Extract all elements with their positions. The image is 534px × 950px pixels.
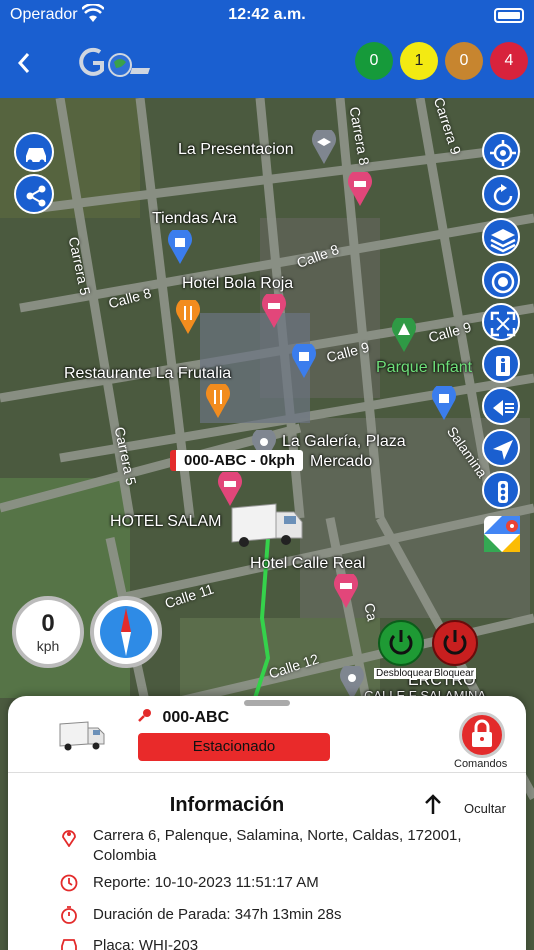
unlock-label: Desbloquear bbox=[374, 668, 435, 679]
speed-value: 0 bbox=[41, 610, 55, 637]
car-icon bbox=[60, 937, 80, 950]
report-text: Reporte: 10-10-2023 11:51:17 AM bbox=[93, 874, 319, 891]
power-icon bbox=[389, 630, 413, 655]
place-restaurante: Restaurante La Frutalia bbox=[64, 365, 232, 382]
traffic-button[interactable] bbox=[482, 471, 520, 509]
status-counter-red[interactable]: 4 bbox=[490, 42, 528, 80]
plate-info-text: Placa: WHI-203 bbox=[93, 937, 199, 950]
hotel-pin-icon[interactable] bbox=[348, 172, 372, 206]
google-maps-icon bbox=[484, 516, 520, 552]
route-icon bbox=[493, 400, 514, 416]
stopwatch-icon bbox=[60, 906, 80, 926]
place-tiendas-ara: Tiendas Ara bbox=[152, 210, 237, 227]
speed-gauge: 0 kph bbox=[12, 596, 84, 668]
clock: 12:42 a.m. bbox=[228, 6, 306, 23]
truck-icon bbox=[59, 721, 105, 751]
unlock-button[interactable] bbox=[378, 620, 424, 666]
battery-icon bbox=[494, 8, 524, 23]
hotel-pin-icon[interactable] bbox=[334, 574, 358, 608]
place-hotel-bola-roja: Hotel Bola Roja bbox=[182, 275, 294, 292]
google-maps-button[interactable] bbox=[482, 514, 522, 554]
clock-icon bbox=[60, 874, 80, 894]
hotel-pin-icon[interactable] bbox=[262, 294, 286, 328]
sheet-grab-handle[interactable] bbox=[244, 700, 290, 706]
place-hotel-calle-real: Hotel Calle Real bbox=[250, 555, 366, 572]
compass[interactable] bbox=[90, 596, 162, 668]
locate-button[interactable] bbox=[482, 132, 520, 170]
info-title: Información bbox=[169, 794, 285, 816]
navigation-arrow-icon bbox=[493, 440, 513, 460]
place-mercado: Mercado bbox=[310, 453, 373, 470]
info-icon bbox=[496, 356, 510, 376]
info-button[interactable] bbox=[482, 345, 520, 383]
navigate-button[interactable] bbox=[482, 429, 520, 467]
back-button[interactable] bbox=[14, 48, 38, 78]
vehicle-tag[interactable]: 000-ABC - 0kph bbox=[170, 450, 303, 471]
shopping-pin-icon[interactable] bbox=[292, 344, 316, 378]
commands-button[interactable] bbox=[459, 712, 505, 758]
place-la-galeria: La Galería, Plaza bbox=[282, 433, 406, 450]
shopping-pin-icon[interactable] bbox=[168, 230, 192, 264]
plate-row: 000-ABC bbox=[138, 708, 229, 727]
car-icon bbox=[26, 148, 46, 165]
traffic-light-icon bbox=[498, 481, 508, 503]
collapse-arrow-icon[interactable] bbox=[424, 794, 442, 820]
hotel-pin-icon[interactable] bbox=[218, 472, 242, 506]
status-counter-orange[interactable]: 0 bbox=[445, 42, 483, 80]
location-pin-icon bbox=[60, 827, 80, 848]
divider bbox=[8, 772, 526, 773]
lock-label: Bloquear bbox=[432, 668, 477, 679]
status-counter-green[interactable]: 0 bbox=[355, 42, 393, 80]
expand-icon bbox=[490, 311, 516, 337]
address-text: Carrera 6, Palenque, Salamina, Norte, Ca… bbox=[93, 827, 462, 864]
school-pin-icon[interactable] bbox=[312, 130, 336, 164]
hide-button[interactable]: Ocultar bbox=[464, 801, 506, 816]
layers-icon bbox=[490, 229, 516, 253]
status-bar: Operador 12:42 a.m. bbox=[0, 2, 534, 26]
key-icon bbox=[138, 709, 156, 726]
crosshair-icon bbox=[490, 140, 516, 166]
place-parque: Parque Infant bbox=[376, 359, 473, 376]
restaurant-pin-icon[interactable] bbox=[176, 300, 200, 334]
speed-unit: kph bbox=[36, 638, 60, 654]
status-badge: Estacionado bbox=[138, 733, 330, 761]
timer-icon bbox=[491, 270, 515, 294]
street-carrera-short: Ca bbox=[361, 601, 381, 623]
commands-label: Comandos bbox=[454, 758, 508, 770]
refresh-interval-button[interactable] bbox=[482, 261, 520, 299]
market-pin-icon[interactable] bbox=[340, 666, 364, 700]
compass-icon bbox=[100, 606, 152, 658]
stop-duration-text: Duración de Parada: 347h 13min 28s bbox=[93, 906, 342, 923]
layers-button[interactable] bbox=[482, 218, 520, 256]
shopping-pin-icon[interactable] bbox=[432, 386, 456, 420]
place-hotel-salam: HOTEL SALAM bbox=[110, 513, 222, 530]
lock-icon bbox=[472, 719, 492, 747]
route-history-button[interactable] bbox=[482, 387, 520, 425]
lock-button[interactable] bbox=[432, 620, 478, 666]
refresh-icon bbox=[493, 184, 513, 206]
share-button[interactable] bbox=[14, 174, 54, 214]
place-la-presentacion: La Presentacion bbox=[178, 141, 294, 158]
app-header: Operador 12:42 a.m. 0 1 0 4 bbox=[0, 0, 534, 98]
fullscreen-button[interactable] bbox=[482, 303, 520, 341]
app-logo bbox=[78, 46, 152, 80]
truck-marker-icon[interactable] bbox=[228, 502, 304, 550]
share-icon bbox=[26, 185, 46, 207]
park-pin-icon[interactable] bbox=[392, 318, 416, 352]
vehicles-button[interactable] bbox=[14, 132, 54, 172]
power-icon bbox=[443, 630, 467, 655]
refresh-button[interactable] bbox=[482, 175, 520, 213]
restaurant-pin-icon[interactable] bbox=[206, 384, 230, 418]
status-counter-yellow[interactable]: 1 bbox=[400, 42, 438, 80]
vehicle-plate: 000-ABC bbox=[162, 709, 230, 726]
address-row: Carrera 6, Palenque, Salamina, Norte, Ca… bbox=[60, 826, 500, 866]
